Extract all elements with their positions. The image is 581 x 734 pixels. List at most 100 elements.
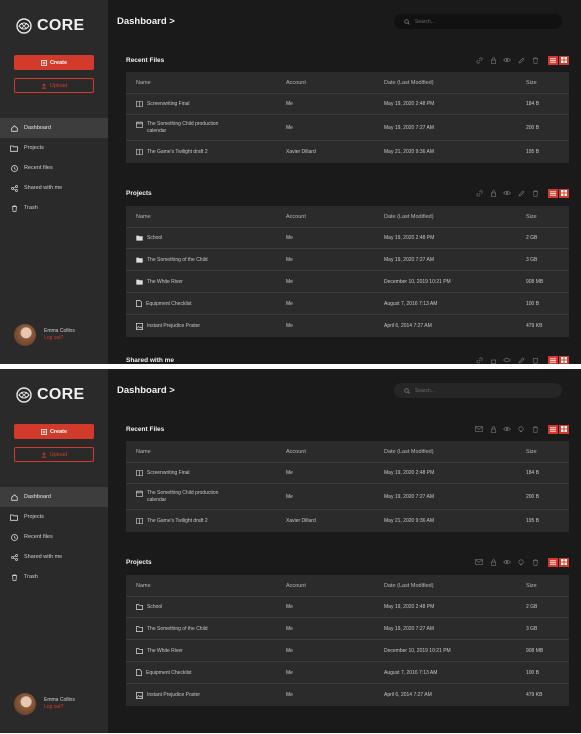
- column-date[interactable]: Date (Last Modified): [384, 214, 526, 220]
- column-size[interactable]: Size: [526, 583, 569, 589]
- table-row[interactable]: The Game's Twilight draft 2 Xavier Dilla…: [126, 141, 569, 163]
- lock-icon[interactable]: [489, 56, 497, 64]
- logo-text: CORE: [37, 386, 85, 403]
- bulb-icon[interactable]: [517, 558, 525, 566]
- column-name[interactable]: Name: [126, 583, 286, 589]
- grid-view-button[interactable]: [559, 55, 569, 65]
- column-size[interactable]: Size: [526, 80, 569, 86]
- column-account[interactable]: Account: [286, 583, 384, 589]
- list-view-button[interactable]: [548, 424, 558, 434]
- search-input[interactable]: [415, 387, 535, 394]
- grid-view-button[interactable]: [559, 355, 569, 364]
- search-bar[interactable]: [394, 383, 562, 398]
- grid-view-button[interactable]: [559, 424, 569, 434]
- logout-link[interactable]: Log out?: [44, 335, 75, 342]
- sidebar: CORE Create Upload Dashboard Projects Re…: [0, 369, 108, 733]
- column-name[interactable]: Name: [126, 449, 286, 455]
- lock-icon[interactable]: [489, 558, 497, 566]
- eye-icon[interactable]: [503, 189, 511, 197]
- trash-icon[interactable]: [531, 558, 539, 566]
- pencil-icon[interactable]: [517, 356, 525, 364]
- upload-button[interactable]: Upload: [14, 78, 94, 93]
- pencil-icon[interactable]: [517, 56, 525, 64]
- list-view-button[interactable]: [548, 188, 558, 198]
- sidebar-item-label: Recent files: [24, 534, 53, 540]
- table-row[interactable]: School Me May 19, 2020 2:48 PM 2 GB: [126, 597, 569, 618]
- sidebar-item-shared-with-me[interactable]: Shared with me: [0, 547, 108, 567]
- upload-button[interactable]: Upload: [14, 447, 94, 462]
- upload-icon: [41, 82, 46, 89]
- trash-icon[interactable]: [531, 189, 539, 197]
- table-row[interactable]: The Something Child production calendar M…: [126, 115, 569, 141]
- sidebar-item-dashboard[interactable]: Dashboard: [0, 487, 108, 507]
- table-row[interactable]: Instant Prejudice Poster Me April 6, 201…: [126, 315, 569, 337]
- link-icon[interactable]: [475, 56, 483, 64]
- link-icon[interactable]: [475, 189, 483, 197]
- table-row[interactable]: Screenwriting Final Me May 19, 2020 2:48…: [126, 94, 569, 115]
- grid-view-button[interactable]: [559, 557, 569, 567]
- link-icon[interactable]: [475, 356, 483, 364]
- sidebar-item-projects[interactable]: Projects: [0, 507, 108, 527]
- column-date[interactable]: Date (Last Modified): [384, 80, 526, 86]
- eye-icon[interactable]: [503, 425, 511, 433]
- table-row[interactable]: Equipment Checklist Me August 7, 2016 7:…: [126, 293, 569, 315]
- table-row[interactable]: Equipment Checklist Me August 7, 2016 7:…: [126, 662, 569, 684]
- sidebar-item-trash[interactable]: Trash: [0, 567, 108, 587]
- table-row[interactable]: The Game's Twilight draft 2 Xavier Dilla…: [126, 510, 569, 532]
- list-view-button[interactable]: [548, 355, 558, 364]
- grid-view-button[interactable]: [559, 188, 569, 198]
- table-row[interactable]: Instant Prejudice Poster Me April 6, 201…: [126, 684, 569, 706]
- table-row[interactable]: The White River Me December 10, 2019 10:…: [126, 640, 569, 662]
- grid-icon: [561, 57, 567, 63]
- sidebar-item-recent-files[interactable]: Recent files: [0, 158, 108, 178]
- column-size[interactable]: Size: [526, 214, 569, 220]
- lock-icon[interactable]: [489, 189, 497, 197]
- list-view-button[interactable]: [548, 55, 558, 65]
- logout-link[interactable]: Log out?: [44, 704, 75, 711]
- eye-icon[interactable]: [503, 56, 511, 64]
- mail-icon[interactable]: [475, 558, 483, 566]
- create-button[interactable]: Create: [14, 55, 94, 70]
- column-account[interactable]: Account: [286, 80, 384, 86]
- column-account[interactable]: Account: [286, 449, 384, 455]
- project-account: Me: [286, 235, 293, 241]
- file-account: Me: [286, 124, 293, 131]
- table-row[interactable]: The Something of the Child Me May 19, 20…: [126, 618, 569, 640]
- table-row[interactable]: The Something of the Child Me May 19, 20…: [126, 249, 569, 271]
- projects-header: Projects: [118, 555, 569, 569]
- column-date[interactable]: Date (Last Modified): [384, 583, 526, 589]
- file-account: Me: [286, 101, 293, 107]
- table-row[interactable]: The Something Child production calendar M…: [126, 484, 569, 510]
- trash-icon[interactable]: [531, 425, 539, 433]
- sidebar-item-shared-with-me[interactable]: Shared with me: [0, 178, 108, 198]
- recent-files-table: Name Account Date (Last Modified) Size S…: [126, 72, 569, 163]
- sidebar-item-recent-files[interactable]: Recent files: [0, 527, 108, 547]
- avatar[interactable]: [14, 324, 36, 346]
- search-input[interactable]: [415, 18, 535, 25]
- table-row[interactable]: Screenwriting Final Me May 19, 2020 2:48…: [126, 463, 569, 484]
- sidebar-item-trash[interactable]: Trash: [0, 198, 108, 218]
- pencil-icon[interactable]: [517, 189, 525, 197]
- eye-icon[interactable]: [503, 558, 511, 566]
- column-name[interactable]: Name: [126, 80, 286, 86]
- column-name[interactable]: Name: [126, 214, 286, 220]
- column-account[interactable]: Account: [286, 214, 384, 220]
- table-row[interactable]: The White River Me December 10, 2019 10:…: [126, 271, 569, 293]
- sidebar-item-projects[interactable]: Projects: [0, 138, 108, 158]
- lock-icon[interactable]: [489, 356, 497, 364]
- bulb-icon[interactable]: [517, 425, 525, 433]
- sidebar-item-dashboard[interactable]: Dashboard: [0, 118, 108, 138]
- eye-icon[interactable]: [503, 356, 511, 364]
- column-date[interactable]: Date (Last Modified): [384, 449, 526, 455]
- mail-icon[interactable]: [475, 425, 483, 433]
- image-icon: [136, 322, 143, 330]
- search-bar[interactable]: [394, 14, 562, 29]
- trash-icon[interactable]: [531, 56, 539, 64]
- column-size[interactable]: Size: [526, 449, 569, 455]
- trash-icon[interactable]: [531, 356, 539, 364]
- create-button[interactable]: Create: [14, 424, 94, 439]
- lock-icon[interactable]: [489, 425, 497, 433]
- table-row[interactable]: School Me May 19, 2020 2:48 PM 2 GB: [126, 228, 569, 249]
- avatar[interactable]: [14, 693, 36, 715]
- list-view-button[interactable]: [548, 557, 558, 567]
